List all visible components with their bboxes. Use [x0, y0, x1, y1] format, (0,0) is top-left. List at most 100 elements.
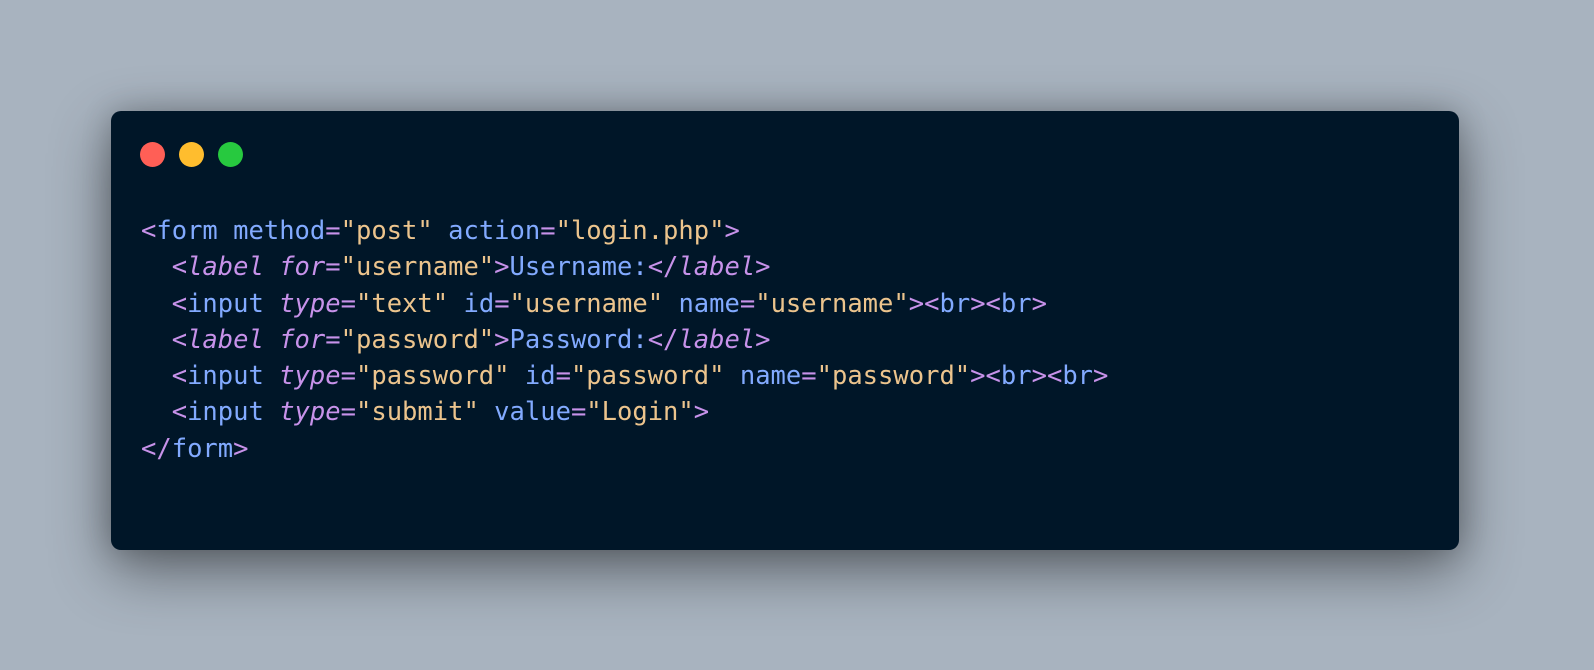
code-token: "password" — [570, 361, 725, 392]
code-token: </ — [647, 252, 679, 283]
code-token: "Login" — [586, 397, 694, 428]
code-token: < — [171, 288, 188, 319]
code-line: <input type="text" id="username" name="u… — [141, 286, 1108, 322]
code-token: < — [141, 216, 157, 246]
code-block: <form method="post" action="login.php"> … — [141, 213, 1108, 467]
code-token: form — [156, 216, 218, 246]
close-window-button[interactable] — [140, 142, 165, 167]
code-token: name — [739, 361, 802, 392]
code-token: label — [187, 324, 264, 355]
code-token: = — [325, 252, 341, 283]
code-token: value — [494, 397, 571, 428]
code-token: "text" — [355, 288, 449, 319]
code-token: > — [233, 433, 249, 464]
code-token: br — [1000, 288, 1032, 319]
code-token: label — [678, 252, 756, 283]
maximize-window-button[interactable] — [218, 142, 243, 167]
code-token: type — [279, 361, 341, 392]
code-line: <label for="password">Password:</label> — [141, 322, 1108, 358]
code-token: id — [524, 361, 556, 392]
minimize-window-button[interactable] — [179, 142, 204, 167]
code-token: = — [801, 361, 817, 392]
code-token: </ — [647, 324, 679, 355]
code-token: >< — [908, 288, 940, 319]
code-token: > — [724, 216, 740, 246]
code-token: br — [1062, 361, 1094, 392]
code-token: "post" — [340, 216, 433, 246]
code-token: > — [693, 397, 710, 428]
code-token: "login.php" — [555, 216, 725, 246]
code-token: br — [939, 288, 971, 319]
code-token: "username" — [509, 288, 664, 319]
code-token: type — [279, 397, 341, 428]
code-token: input — [187, 397, 264, 428]
code-token: name — [678, 288, 740, 319]
code-line: <form method="post" action="login.php"> — [141, 213, 1108, 249]
code-token: = — [739, 288, 756, 319]
code-token: > — [755, 252, 771, 283]
code-line: </form> — [141, 431, 1108, 467]
code-token: = — [555, 361, 571, 392]
code-line: <input type="submit" value="Login"> — [141, 394, 1108, 430]
code-token: "password" — [340, 324, 495, 355]
code-token: "password" — [355, 361, 510, 392]
code-token: id — [463, 288, 495, 319]
code-token: label — [187, 252, 264, 283]
code-token: = — [340, 361, 356, 392]
code-token: "username" — [755, 288, 909, 319]
code-line: <label for="username">Username:</label> — [141, 249, 1108, 285]
code-token: = — [340, 397, 356, 428]
code-token: > — [755, 324, 771, 355]
code-token: label — [678, 324, 756, 355]
code-token: = — [325, 216, 341, 246]
code-token: br — [1000, 361, 1032, 392]
code-token: >< — [970, 288, 1001, 319]
code-token: Username: — [509, 252, 648, 283]
code-token: = — [494, 288, 510, 319]
code-token: = — [325, 324, 341, 355]
code-token: = — [570, 397, 587, 428]
code-line: <input type="password" id="password" nam… — [141, 358, 1109, 394]
code-token: "password" — [816, 361, 971, 392]
code-token: > — [1031, 288, 1047, 319]
code-token: > — [1093, 361, 1109, 392]
code-token: "submit" — [355, 397, 479, 428]
code-token: action — [448, 216, 541, 246]
code-token: for — [279, 252, 326, 283]
code-token: < — [171, 361, 188, 392]
code-token: < — [171, 324, 188, 355]
code-token: input — [187, 288, 264, 319]
code-token: "username" — [340, 252, 495, 283]
code-token: method — [233, 216, 326, 246]
code-token: >< — [970, 361, 1001, 392]
code-token: Password: — [509, 324, 648, 355]
code-token: type — [279, 288, 341, 319]
code-token: </ — [141, 433, 172, 464]
code-token: > — [494, 252, 510, 283]
code-token: < — [171, 252, 188, 283]
code-token: for — [279, 324, 326, 355]
code-token: input — [187, 361, 264, 392]
code-window: <form method="post" action="login.php"> … — [111, 111, 1459, 550]
code-token: = — [340, 288, 356, 319]
code-token: form — [171, 433, 234, 464]
code-token: = — [540, 216, 556, 246]
code-token: < — [171, 397, 188, 428]
